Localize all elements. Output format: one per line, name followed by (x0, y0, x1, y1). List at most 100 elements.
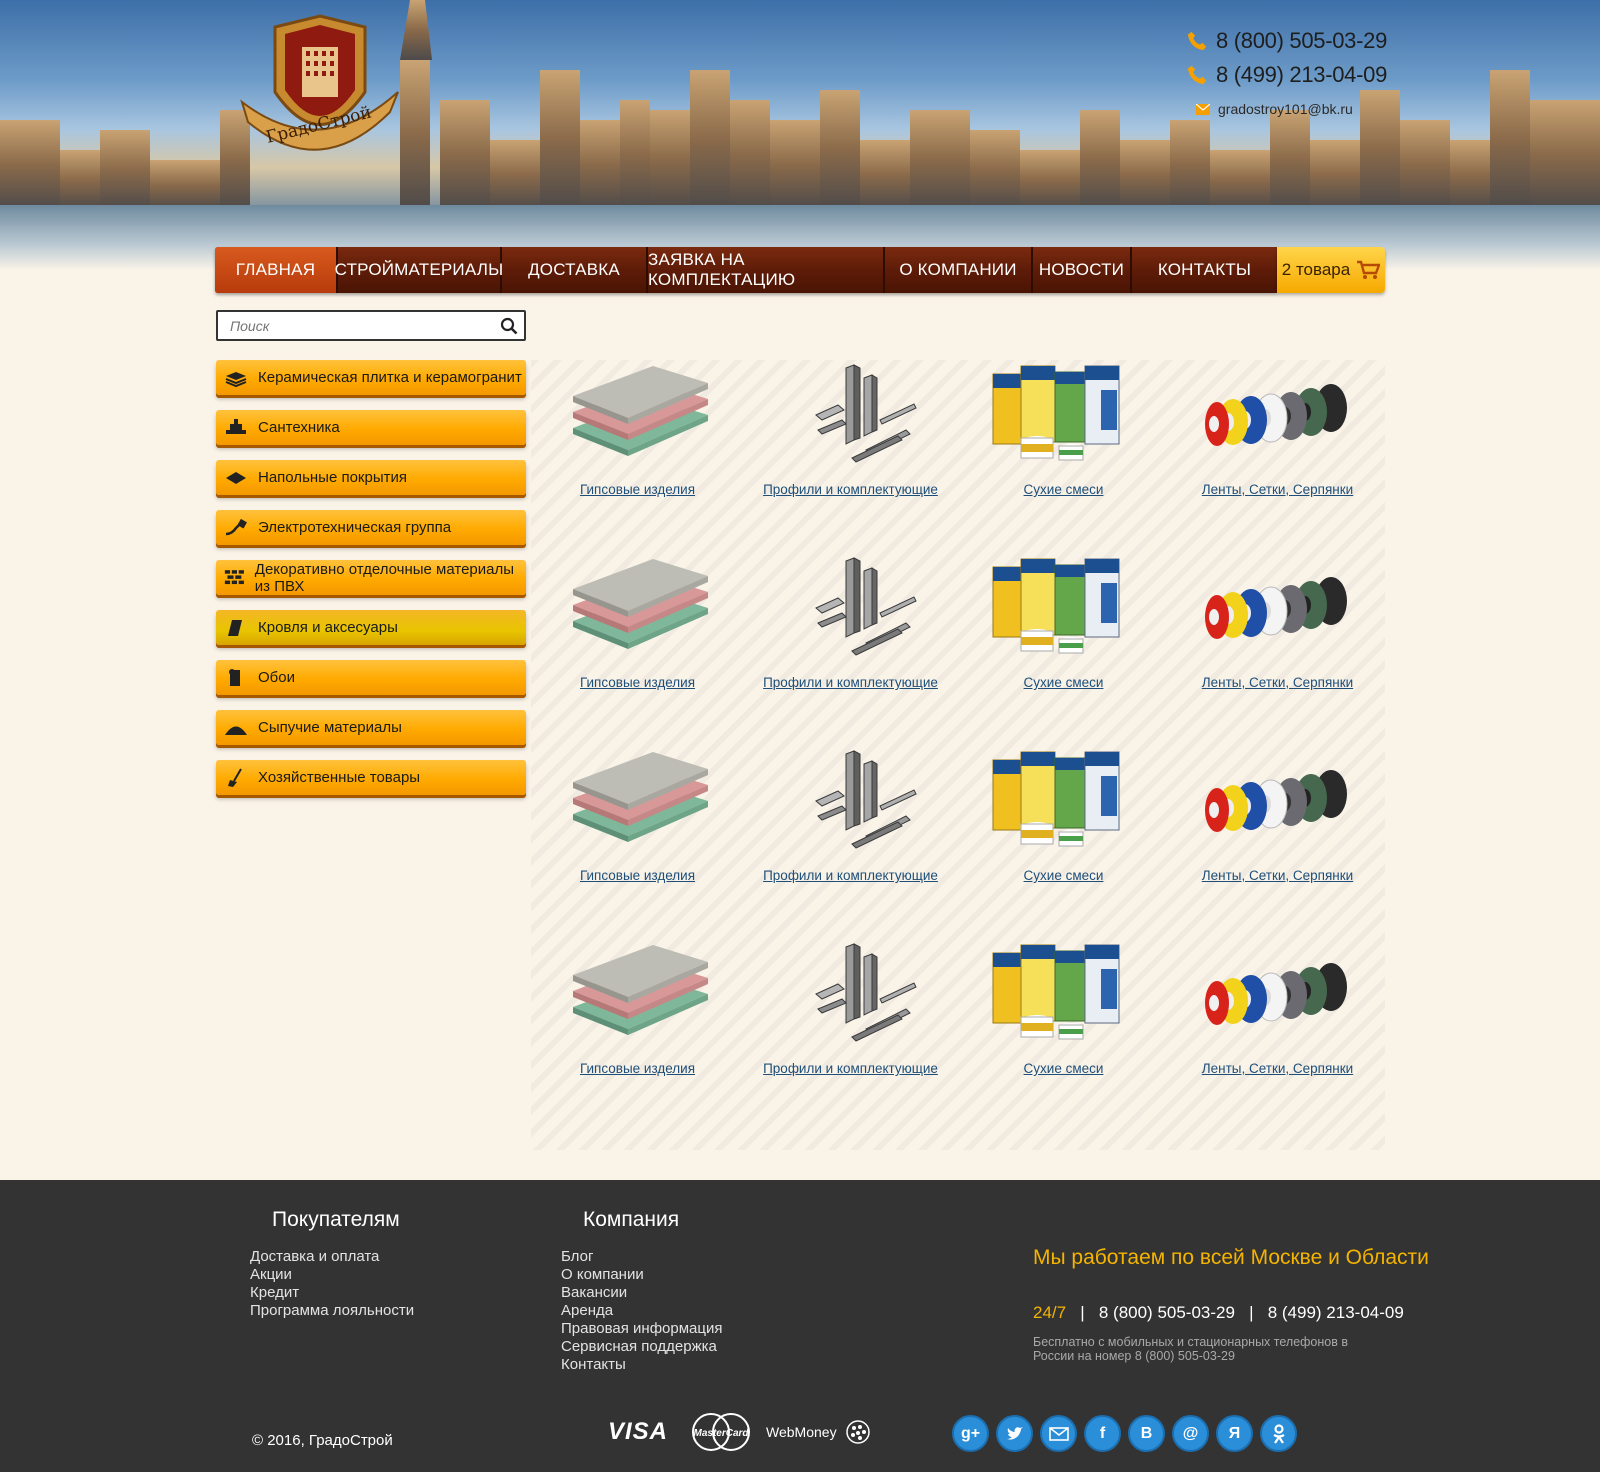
product-link[interactable]: Ленты, Сетки, Серпянки (1202, 868, 1353, 883)
category-label: Сыпучие материалы (258, 719, 402, 736)
facebook-icon[interactable]: f (1084, 1415, 1121, 1452)
payment-methods: VISA MasterCard WebMoney (608, 1412, 871, 1452)
mail-icon[interactable] (1040, 1415, 1077, 1452)
google-plus-icon[interactable]: g+ (952, 1415, 989, 1452)
product-card[interactable]: Профили и комплектующие (744, 939, 957, 1132)
twitter-icon[interactable] (996, 1415, 1033, 1452)
product-card[interactable]: Ленты, Сетки, Серпянки (1170, 360, 1385, 553)
product-link[interactable]: Гипсовые изделия (580, 868, 695, 883)
footer-link[interactable]: Аренда (561, 1302, 722, 1320)
product-link[interactable]: Ленты, Сетки, Серпянки (1202, 675, 1353, 690)
dry-mix-bags-image[interactable] (989, 360, 1139, 470)
product-card[interactable]: Гипсовые изделия (531, 360, 744, 553)
product-card[interactable]: Профили и комплектующие (744, 746, 957, 939)
header-phone-1[interactable]: 8 (800) 505-03-29 (1216, 28, 1387, 54)
footer-phone-1[interactable]: 8 (800) 505-03-29 (1099, 1303, 1235, 1322)
product-card[interactable]: Профили и комплектующие (744, 553, 957, 746)
product-link[interactable]: Сухие смеси (1024, 482, 1104, 497)
footer-link[interactable]: Блог (561, 1248, 722, 1266)
category-roofing[interactable]: Кровля и аксесуары (216, 610, 526, 645)
search-input[interactable] (218, 312, 488, 339)
search-icon[interactable] (500, 317, 518, 335)
category-household[interactable]: Хозяйственные товары (216, 760, 526, 795)
metal-profiles-image[interactable] (776, 746, 926, 856)
footer-link[interactable]: Программа лояльности (250, 1302, 414, 1320)
product-link[interactable]: Сухие смеси (1024, 1061, 1104, 1076)
footer-link[interactable]: Сервисная поддержка (561, 1338, 722, 1356)
footer-link[interactable]: Контакты (561, 1356, 722, 1374)
product-link[interactable]: Гипсовые изделия (580, 1061, 695, 1076)
mailru-icon[interactable]: @ (1172, 1415, 1209, 1452)
category-electrical[interactable]: Электротехническая группа (216, 510, 526, 545)
cart-button[interactable]: 2 товара (1277, 247, 1385, 293)
social-glyph: g+ (960, 1424, 981, 1442)
footer-link[interactable]: Вакансии (561, 1284, 722, 1302)
dry-mix-bags-image[interactable] (989, 939, 1139, 1049)
footer-link[interactable]: Кредит (250, 1284, 414, 1302)
yandex-icon[interactable]: Я (1216, 1415, 1253, 1452)
footer-link[interactable]: Правовая информация (561, 1320, 722, 1338)
product-card[interactable]: Гипсовые изделия (531, 939, 744, 1132)
nav-contacts[interactable]: КОНТАКТЫ (1132, 247, 1277, 293)
product-card[interactable]: Ленты, Сетки, Серпянки (1170, 553, 1385, 746)
category-ceramic-tiles[interactable]: Керамическая плитка и керамогранит (216, 360, 526, 395)
product-link[interactable]: Гипсовые изделия (580, 482, 695, 497)
product-card[interactable]: Сухие смеси (957, 939, 1170, 1132)
odnoklassniki-icon[interactable] (1260, 1415, 1297, 1452)
dry-mix-bags-image[interactable] (989, 746, 1139, 856)
product-card[interactable]: Гипсовые изделия (531, 746, 744, 939)
category-pvc-decor[interactable]: Декоративно отделочные материалы из ПВХ (216, 560, 526, 595)
nav-home[interactable]: ГЛАВНАЯ (215, 247, 338, 293)
product-card[interactable]: Ленты, Сетки, Серпянки (1170, 746, 1385, 939)
footer-link[interactable]: Акции (250, 1266, 414, 1284)
product-link[interactable]: Профили и комплектующие (763, 868, 938, 883)
product-card[interactable]: Гипсовые изделия (531, 553, 744, 746)
header-email[interactable]: gradostroy101@bk.ru (1218, 101, 1353, 117)
footer-link[interactable]: Доставка и оплата (250, 1248, 414, 1266)
tape-rolls-image[interactable] (1203, 553, 1353, 663)
product-card[interactable]: Сухие смеси (957, 360, 1170, 553)
metal-profiles-image[interactable] (776, 360, 926, 470)
tape-rolls-image[interactable] (1203, 939, 1353, 1049)
header-phone-2[interactable]: 8 (499) 213-04-09 (1216, 62, 1387, 88)
nav-about[interactable]: О КОМПАНИИ (885, 247, 1033, 293)
product-card[interactable]: Сухие смеси (957, 746, 1170, 939)
category-wallpaper[interactable]: Обои (216, 660, 526, 695)
gypsum-board-image[interactable] (563, 746, 713, 856)
product-link[interactable]: Ленты, Сетки, Серпянки (1202, 1061, 1353, 1076)
product-link[interactable]: Профили и комплектующие (763, 675, 938, 690)
tape-rolls-image[interactable] (1203, 746, 1353, 856)
tape-rolls-image[interactable] (1203, 360, 1353, 470)
metal-profiles-image[interactable] (776, 939, 926, 1049)
webmoney-globe-icon (845, 1420, 870, 1444)
category-label: Кровля и аксесуары (258, 619, 398, 636)
product-link[interactable]: Профили и комплектующие (763, 482, 938, 497)
vk-icon[interactable]: B (1128, 1415, 1165, 1452)
gypsum-board-image[interactable] (563, 939, 713, 1049)
footer-link[interactable]: О компании (561, 1266, 722, 1284)
product-link[interactable]: Ленты, Сетки, Серпянки (1202, 482, 1353, 497)
category-bulk-materials[interactable]: Сыпучие материалы (216, 710, 526, 745)
nav-delivery[interactable]: ДОСТАВКА (502, 247, 648, 293)
product-card[interactable]: Ленты, Сетки, Серпянки (1170, 939, 1385, 1132)
category-flooring[interactable]: Напольные покрытия (216, 460, 526, 495)
category-plumbing[interactable]: Сантехника (216, 410, 526, 445)
social-glyph: B (1140, 1424, 1153, 1442)
product-link[interactable]: Сухие смеси (1024, 675, 1104, 690)
product-link[interactable]: Сухие смеси (1024, 868, 1104, 883)
footer-phone-2[interactable]: 8 (499) 213-04-09 (1268, 1303, 1404, 1322)
product-card[interactable]: Профили и комплектующие (744, 360, 957, 553)
product-link[interactable]: Профили и комплектующие (763, 1061, 938, 1076)
gypsum-board-image[interactable] (563, 553, 713, 663)
nav-materials[interactable]: СТРОЙМАТЕРИАЛЫ (335, 247, 503, 293)
product-link[interactable]: Гипсовые изделия (580, 675, 695, 690)
gradostroy-logo[interactable]: ГрадоСтрой (240, 12, 400, 162)
nav-order[interactable]: ЗАЯВКА НА КОМПЛЕКТАЦИЮ (648, 247, 885, 293)
header-contacts: 8 (800) 505-03-29 8 (499) 213-04-09 grad… (1186, 24, 1406, 126)
gypsum-board-image[interactable] (563, 360, 713, 470)
metal-profiles-image[interactable] (776, 553, 926, 663)
product-card[interactable]: Сухие смеси (957, 553, 1170, 746)
nav-news[interactable]: НОВОСТИ (1033, 247, 1132, 293)
phone-icon (1187, 31, 1207, 51)
dry-mix-bags-image[interactable] (989, 553, 1139, 663)
